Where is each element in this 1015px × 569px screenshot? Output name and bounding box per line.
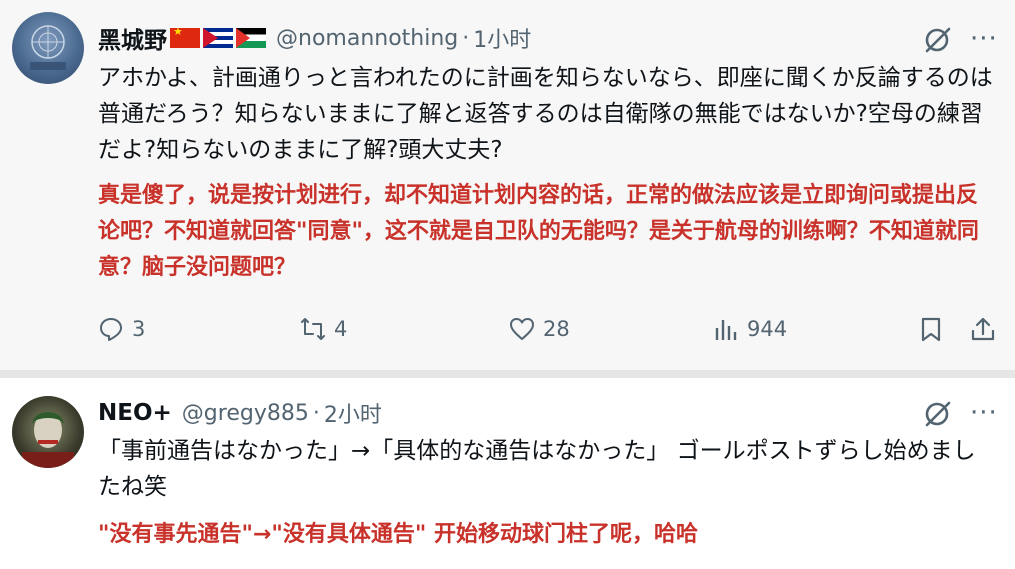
avatar[interactable] [12, 12, 84, 84]
retweet-count: 4 [334, 317, 348, 341]
share-button[interactable] [970, 316, 1004, 342]
reply-icon [100, 318, 122, 341]
reply-count: 3 [132, 317, 146, 341]
like-count: 28 [543, 317, 570, 341]
more-icon[interactable]: ··· [970, 26, 998, 52]
timestamp[interactable]: 2小时 [324, 397, 382, 429]
retweet-button[interactable]: 4 [300, 316, 347, 342]
tweet-divider [0, 370, 1015, 378]
translation-text: "没有事先通告"→"没有具体通告" 开始移动球门柱了呢，哈哈 [98, 522, 698, 547]
avatar-image [30, 25, 66, 70]
tweet-header: NEO+ @gregy885 · 2小时 [98, 395, 382, 431]
tweet-actions: 3 4 28 944 [98, 316, 1004, 356]
timestamp[interactable]: 1小时 [473, 22, 531, 54]
author-handle[interactable]: @gregy885 [182, 401, 309, 426]
tweet-text: 「事前通告はなかった」→「具体的な通告はなかった」 ゴールポストずらし始めました… [98, 438, 976, 500]
views-icon [715, 320, 737, 340]
reply-button[interactable]: 3 [98, 316, 145, 342]
avatar-image [22, 412, 74, 468]
views-button[interactable]: 944 [713, 316, 787, 342]
author-handle[interactable]: @nomannothing [276, 26, 458, 51]
tweet[interactable]: 黑城野 @nomannothing · 1小时 ··· アホかよ、計画通りっと言… [0, 0, 1015, 370]
separator: · [312, 400, 320, 426]
author-name[interactable]: 黑城野 [98, 21, 167, 55]
bookmark-button[interactable] [918, 316, 952, 342]
china-flag-icon [170, 28, 200, 48]
grok-icon[interactable] [923, 400, 951, 428]
bookmark-icon [921, 317, 941, 342]
retweet-icon [301, 318, 325, 340]
palestine-flag-icon [236, 28, 266, 48]
separator: · [462, 25, 470, 51]
avatar[interactable] [12, 396, 84, 468]
grok-icon[interactable] [923, 26, 951, 54]
like-icon [510, 318, 534, 340]
cuba-flag-icon [203, 28, 233, 48]
tweet-header: 黑城野 @nomannothing · 1小时 [98, 20, 531, 56]
views-count: 944 [747, 317, 788, 341]
more-icon[interactable]: ··· [970, 400, 998, 426]
tweet-text: アホかよ、計画通りっと言われたのに計画を知らないなら、即座に聞くか反論するのは普… [98, 65, 993, 163]
like-button[interactable]: 28 [509, 316, 570, 342]
translation-text: 真是傻了，说是按计划进行，却不知道计划内容的话，正常的做法应该是立即询问或提出反… [98, 183, 979, 280]
share-icon [971, 317, 995, 341]
author-name[interactable]: NEO+ [98, 400, 172, 426]
